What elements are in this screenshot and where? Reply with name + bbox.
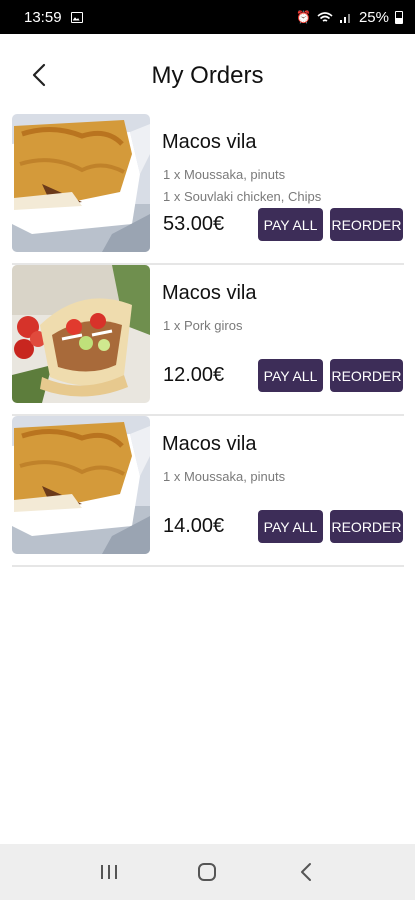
home-button[interactable] [187, 852, 227, 892]
moussaka-photo [12, 416, 150, 554]
reorder-button[interactable]: REORDER [330, 359, 403, 392]
moussaka-photo [12, 114, 150, 252]
order-items: 1 x Pork giros [163, 315, 242, 337]
store-name: Macos vila [162, 433, 257, 455]
wifi-icon [317, 11, 333, 22]
image-icon [70, 11, 83, 23]
system-back-button[interactable] [286, 852, 326, 892]
order-total: 53.00€ [163, 213, 225, 235]
alarm-icon: ⏰ [296, 10, 311, 24]
battery-icon [395, 10, 403, 24]
order-item: 1 x Souvlaki chicken, Chips [163, 189, 322, 204]
pay-all-button[interactable]: PAY ALL [258, 208, 323, 241]
reorder-button[interactable]: REORDER [330, 510, 403, 543]
app-header: My Orders [0, 34, 415, 114]
pay-all-button[interactable]: PAY ALL [258, 359, 323, 392]
order-card: Macos vila 1 x Pork giros 12.00€ PAY ALL… [12, 265, 404, 416]
home-icon [198, 863, 217, 881]
order-card: Macos vila 1 x Moussaka, pinuts 14.00€ P… [12, 416, 404, 567]
store-name: Macos vila [162, 282, 257, 304]
pork-gyros-photo [12, 265, 150, 403]
order-card: Macos vila 1 x Moussaka, pinuts 1 x Souv… [12, 114, 404, 265]
store-name: Macos vila [162, 131, 257, 153]
order-item: 1 x Pork giros [163, 318, 243, 333]
order-items: 1 x Moussaka, pinuts [163, 466, 285, 488]
order-item: 1 x Moussaka, pinuts [163, 469, 286, 484]
status-bar: 13:59 ⏰ 25% [0, 0, 415, 34]
back-icon [300, 863, 311, 881]
orders-list: Macos vila 1 x Moussaka, pinuts 1 x Souv… [12, 114, 404, 567]
reorder-button[interactable]: REORDER [330, 208, 403, 241]
order-total: 14.00€ [163, 515, 225, 537]
page-title: My Orders [151, 62, 264, 89]
recent-apps-icon [101, 865, 118, 879]
pay-all-button[interactable]: PAY ALL [258, 510, 323, 543]
signal-icon [339, 13, 350, 23]
status-time: 13:59 [24, 8, 62, 26]
order-total: 12.00€ [163, 364, 225, 386]
recent-apps-button[interactable] [89, 852, 129, 892]
order-item: 1 x Moussaka, pinuts [163, 167, 286, 182]
system-nav-bar [0, 844, 415, 900]
battery-percent: 25% [358, 8, 389, 26]
order-items: 1 x Moussaka, pinuts 1 x Souvlaki chicke… [163, 164, 321, 208]
